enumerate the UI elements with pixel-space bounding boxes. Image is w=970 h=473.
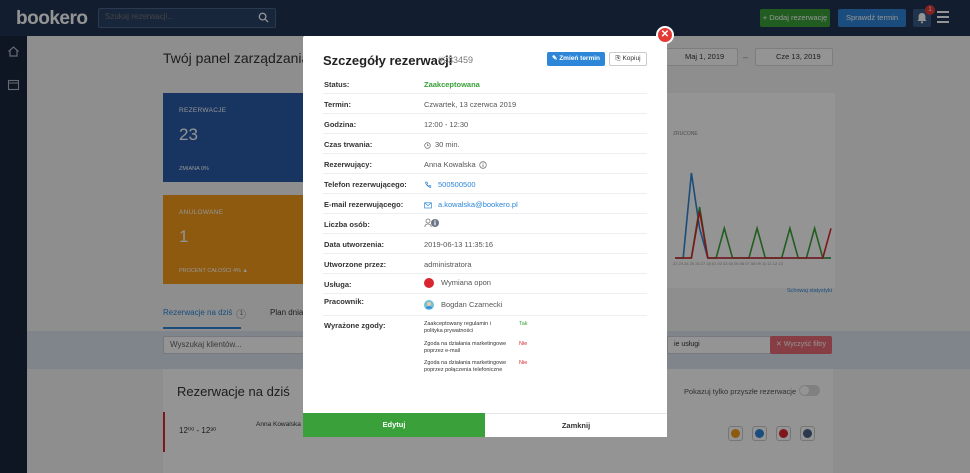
- persons-label: Liczba osób:: [324, 220, 370, 229]
- created-by-value: administratora: [424, 260, 472, 269]
- created-value: 2019-06-13 11:35:16: [424, 240, 494, 249]
- booker-label: Rezerwujący:: [324, 160, 372, 169]
- row-service: Usługa: Wymiana opon: [323, 274, 647, 294]
- status-label: Status:: [324, 80, 350, 89]
- reservation-id: #233459: [438, 55, 474, 65]
- row-duration: Czas trwania: 30 min.: [323, 134, 647, 154]
- created-label: Data utworzenia:: [324, 240, 385, 249]
- term-value: Czwartek, 13 czerwca 2019: [424, 100, 517, 109]
- service-value-wrap: Wymiana opon: [424, 278, 491, 289]
- phone-value[interactable]: 500500500: [438, 180, 476, 189]
- consent-email-value: Nie: [519, 341, 528, 347]
- consents-label: Wyrażone zgody:: [324, 321, 386, 330]
- row-booker: Rezerwujący: Anna Kowalska: [323, 154, 647, 174]
- reservation-details-modal: Szczegóły rezerwacji #233459 ✎ Zmień ter…: [303, 36, 667, 437]
- hour-label: Godzina:: [324, 120, 357, 129]
- close-modal-icon[interactable]: ✕: [656, 26, 674, 44]
- hour-value: 12:00 - 12:30: [424, 120, 469, 129]
- service-color-dot: [424, 278, 434, 289]
- edit-button[interactable]: Edytuj: [303, 413, 485, 437]
- row-created-by: Utworzone przez: administratora: [323, 254, 647, 274]
- row-employee: Pracownik: Bogdan Czarnecki: [323, 294, 647, 316]
- employee-label: Pracownik:: [324, 297, 365, 306]
- row-hour: Godzina: 12:00 - 12:30: [323, 114, 647, 134]
- employee-value: Bogdan Czarnecki: [441, 300, 503, 309]
- row-email: E-mail rezerwującego: a.kowalska@bookero…: [323, 194, 647, 214]
- duration-value-wrap: 30 min.: [424, 140, 460, 149]
- row-phone: Telefon rezerwującego: 500500500: [323, 174, 647, 194]
- copy-button[interactable]: ⎘ Kopiuj: [609, 52, 647, 66]
- created-by-label: Utworzone przez:: [324, 260, 387, 269]
- booker-value: Anna Kowalska: [424, 160, 476, 169]
- consent-email-text: Zgoda na działania marketingowe poprzez …: [424, 341, 507, 354]
- duration-label: Czas trwania:: [324, 140, 373, 149]
- email-value-wrap[interactable]: a.kowalska@bookero.pl: [424, 200, 518, 209]
- employee-value-wrap: Bogdan Czarnecki: [424, 300, 503, 311]
- consent-phone-value: Nie: [519, 360, 528, 366]
- term-label: Termin:: [324, 100, 351, 109]
- consent-terms-text: Zaakceptowany regulamin i polityka prywa…: [424, 321, 491, 334]
- email-value[interactable]: a.kowalska@bookero.pl: [438, 200, 518, 209]
- phone-label: Telefon rezerwującego:: [324, 180, 407, 189]
- consent-phone-text: Zgoda na działania marketingowe poprzez …: [424, 360, 507, 373]
- employee-avatar: [424, 300, 434, 311]
- mail-icon: [424, 201, 432, 208]
- close-button[interactable]: Zamknij: [485, 413, 667, 437]
- clock-icon: [424, 141, 431, 149]
- row-status: Status: Zaakceptowana: [323, 74, 647, 94]
- duration-value: 30 min.: [435, 140, 460, 149]
- persons-icon: [424, 218, 439, 228]
- service-value: Wymiana opon: [441, 278, 491, 287]
- row-term: Termin: Czwartek, 13 czerwca 2019: [323, 94, 647, 114]
- email-label: E-mail rezerwującego:: [324, 200, 404, 209]
- booker-value-wrap: Anna Kowalska: [424, 160, 491, 169]
- info-icon[interactable]: [479, 161, 487, 169]
- modal-title: Szczegóły rezerwacji: [323, 53, 453, 68]
- phone-value-wrap[interactable]: 500500500: [424, 180, 476, 189]
- row-persons: Liczba osób:: [323, 214, 647, 234]
- phone-icon: [425, 181, 432, 188]
- modal-footer: Edytuj Zamknij: [303, 413, 667, 437]
- row-created: Data utworzenia: 2019-06-13 11:35:16: [323, 234, 647, 254]
- persons-value: [424, 218, 440, 230]
- consent-terms-value: Tak: [519, 321, 528, 327]
- change-term-button[interactable]: ✎ Zmień termin: [547, 52, 605, 66]
- service-label: Usługa:: [324, 280, 352, 289]
- status-value: Zaakceptowana: [424, 80, 480, 89]
